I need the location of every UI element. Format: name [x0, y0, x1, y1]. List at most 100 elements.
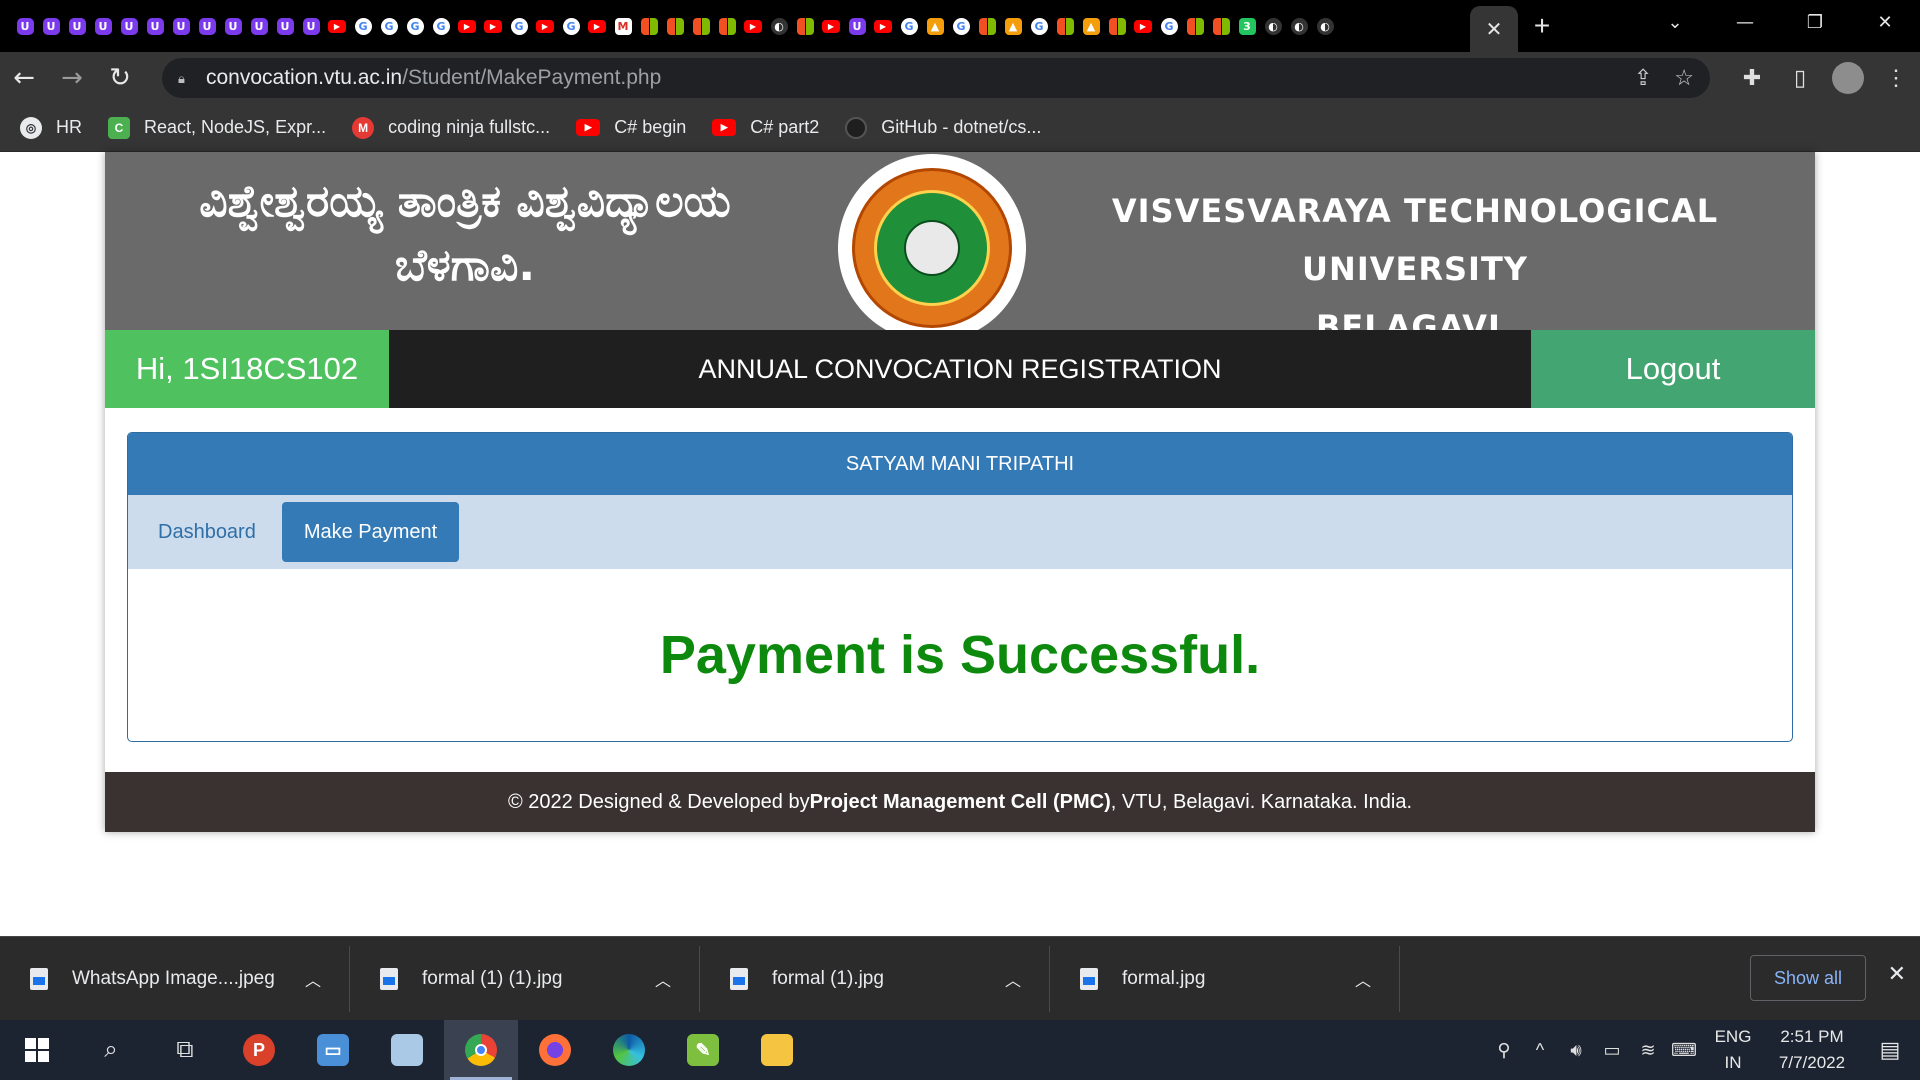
- input-language[interactable]: ENG IN: [1702, 1024, 1764, 1076]
- browser-tab[interactable]: G: [402, 0, 428, 52]
- bookmark-item[interactable]: ◎ HR: [20, 116, 82, 139]
- browser-tab[interactable]: U: [844, 0, 870, 52]
- file-explorer-icon[interactable]: [740, 1020, 814, 1080]
- browser-tab[interactable]: G: [948, 0, 974, 52]
- address-bar[interactable]: 🔒︎ convocation.vtu.ac.in/Student/MakePay…: [162, 58, 1710, 98]
- browser-tab[interactable]: [636, 0, 662, 52]
- browser-tab[interactable]: G: [896, 0, 922, 52]
- browser-tab[interactable]: ▶: [818, 0, 844, 52]
- show-hidden-icons-icon[interactable]: ^: [1522, 1020, 1558, 1080]
- browser-tab[interactable]: ◐: [766, 0, 792, 52]
- lock-icon[interactable]: 🔒︎: [178, 71, 192, 86]
- browser-tab[interactable]: U: [90, 0, 116, 52]
- chevron-up-icon[interactable]: ︿: [655, 967, 671, 991]
- share-icon[interactable]: ⇪: [1634, 65, 1652, 91]
- people-icon[interactable]: ⚲: [1486, 1020, 1522, 1080]
- download-item[interactable]: formal (1).jpg ︿: [700, 945, 1050, 1012]
- system-clock[interactable]: 2:51 PM 7/7/2022: [1764, 1024, 1860, 1076]
- browser-tab[interactable]: ▶: [870, 0, 896, 52]
- menu-icon[interactable]: ⋮: [1872, 52, 1920, 104]
- browser-tab[interactable]: [662, 0, 688, 52]
- notepad-plus-icon[interactable]: ✎: [666, 1020, 740, 1080]
- bookmark-star-icon[interactable]: ☆: [1674, 65, 1694, 91]
- browser-tab[interactable]: ▶: [740, 0, 766, 52]
- browser-tab[interactable]: G: [376, 0, 402, 52]
- browser-tab[interactable]: U: [272, 0, 298, 52]
- download-item[interactable]: formal (1) (1).jpg ︿: [350, 945, 700, 1012]
- browser-tab[interactable]: U: [142, 0, 168, 52]
- battery-icon[interactable]: ▭: [1594, 1020, 1630, 1080]
- browser-tab[interactable]: ▶: [1130, 0, 1156, 52]
- browser-tab[interactable]: G: [428, 0, 454, 52]
- tab-make-payment[interactable]: Make Payment: [281, 502, 460, 562]
- search-icon[interactable]: ⌕: [74, 1020, 148, 1080]
- volume-icon[interactable]: 🔊︎: [1558, 1020, 1594, 1080]
- browser-tab[interactable]: G: [506, 0, 532, 52]
- browser-tab[interactable]: U: [220, 0, 246, 52]
- browser-tab[interactable]: [714, 0, 740, 52]
- bookmark-item[interactable]: ▶ C# begin: [576, 117, 686, 138]
- browser-tab[interactable]: ▶: [584, 0, 610, 52]
- close-window-button[interactable]: ✕: [1850, 0, 1920, 44]
- bookmark-item[interactable]: GitHub - dotnet/cs...: [845, 116, 1041, 139]
- wifi-icon[interactable]: ≋: [1630, 1020, 1666, 1080]
- computer-icon[interactable]: ▭: [296, 1020, 370, 1080]
- browser-tab[interactable]: U: [38, 0, 64, 52]
- browser-tab[interactable]: G: [350, 0, 376, 52]
- browser-tab[interactable]: U: [168, 0, 194, 52]
- start-button[interactable]: [0, 1020, 74, 1080]
- download-item[interactable]: formal.jpg ︿: [1050, 945, 1400, 1012]
- bookmark-item[interactable]: Mcoding ninja fullstc...: [352, 116, 550, 139]
- browser-tab[interactable]: G: [1026, 0, 1052, 52]
- browser-tab[interactable]: G: [558, 0, 584, 52]
- browser-tab[interactable]: U: [64, 0, 90, 52]
- browser-tab[interactable]: U: [194, 0, 220, 52]
- reload-button[interactable]: ↻: [96, 52, 144, 104]
- browser-tab[interactable]: [688, 0, 714, 52]
- browser-tab[interactable]: [1208, 0, 1234, 52]
- browser-tab[interactable]: ▶: [532, 0, 558, 52]
- notifications-icon[interactable]: ▤: [1860, 1020, 1920, 1080]
- firefox-icon[interactable]: [518, 1020, 592, 1080]
- close-downloads-icon[interactable]: ✕: [1888, 961, 1906, 987]
- show-all-button[interactable]: Show all: [1750, 955, 1866, 1001]
- browser-tab[interactable]: U: [298, 0, 324, 52]
- restore-button[interactable]: ❐: [1780, 0, 1850, 44]
- download-item[interactable]: WhatsApp Image....jpeg ︿: [0, 945, 350, 1012]
- browser-tab[interactable]: ▲: [1000, 0, 1026, 52]
- browser-tab[interactable]: ▶: [454, 0, 480, 52]
- browser-tab[interactable]: [1104, 0, 1130, 52]
- browser-tab[interactable]: ▲: [922, 0, 948, 52]
- url-text[interactable]: convocation.vtu.ac.in/Student/MakePaymen…: [206, 66, 661, 90]
- chevron-up-icon[interactable]: ︿: [305, 967, 321, 991]
- browser-tab[interactable]: M: [610, 0, 636, 52]
- notebook-app-icon[interactable]: [370, 1020, 444, 1080]
- bookmark-item[interactable]: ▶ C# part2: [712, 117, 819, 138]
- tab-search-icon[interactable]: ⌄: [1640, 0, 1710, 44]
- browser-tab[interactable]: ▶: [480, 0, 506, 52]
- side-panel-icon[interactable]: ▯: [1776, 52, 1824, 104]
- task-view-icon[interactable]: ⧉: [148, 1020, 222, 1080]
- new-tab-button[interactable]: +: [1518, 0, 1566, 52]
- back-button[interactable]: ←: [0, 52, 48, 104]
- browser-tab[interactable]: U: [246, 0, 272, 52]
- pdf-app-icon[interactable]: P: [222, 1020, 296, 1080]
- active-tab[interactable]: ✕: [1470, 6, 1518, 52]
- edge-icon[interactable]: [592, 1020, 666, 1080]
- browser-tab[interactable]: U: [116, 0, 142, 52]
- chrome-icon[interactable]: [444, 1020, 518, 1080]
- browser-tab[interactable]: [1182, 0, 1208, 52]
- browser-tab[interactable]: ▶: [324, 0, 350, 52]
- browser-tab[interactable]: ◐: [1260, 0, 1286, 52]
- browser-tab[interactable]: [1052, 0, 1078, 52]
- browser-tab[interactable]: [974, 0, 1000, 52]
- browser-tab[interactable]: U: [12, 0, 38, 52]
- logout-button[interactable]: Logout: [1531, 330, 1815, 408]
- bookmark-item[interactable]: C React, NodeJS, Expr...: [108, 116, 326, 139]
- extensions-icon[interactable]: ✚: [1728, 52, 1776, 104]
- profile-avatar[interactable]: [1832, 62, 1864, 94]
- forward-button[interactable]: →: [48, 52, 96, 104]
- close-tab-icon[interactable]: ✕: [1486, 17, 1503, 42]
- chevron-up-icon[interactable]: ︿: [1005, 967, 1021, 991]
- browser-tab[interactable]: ▲: [1078, 0, 1104, 52]
